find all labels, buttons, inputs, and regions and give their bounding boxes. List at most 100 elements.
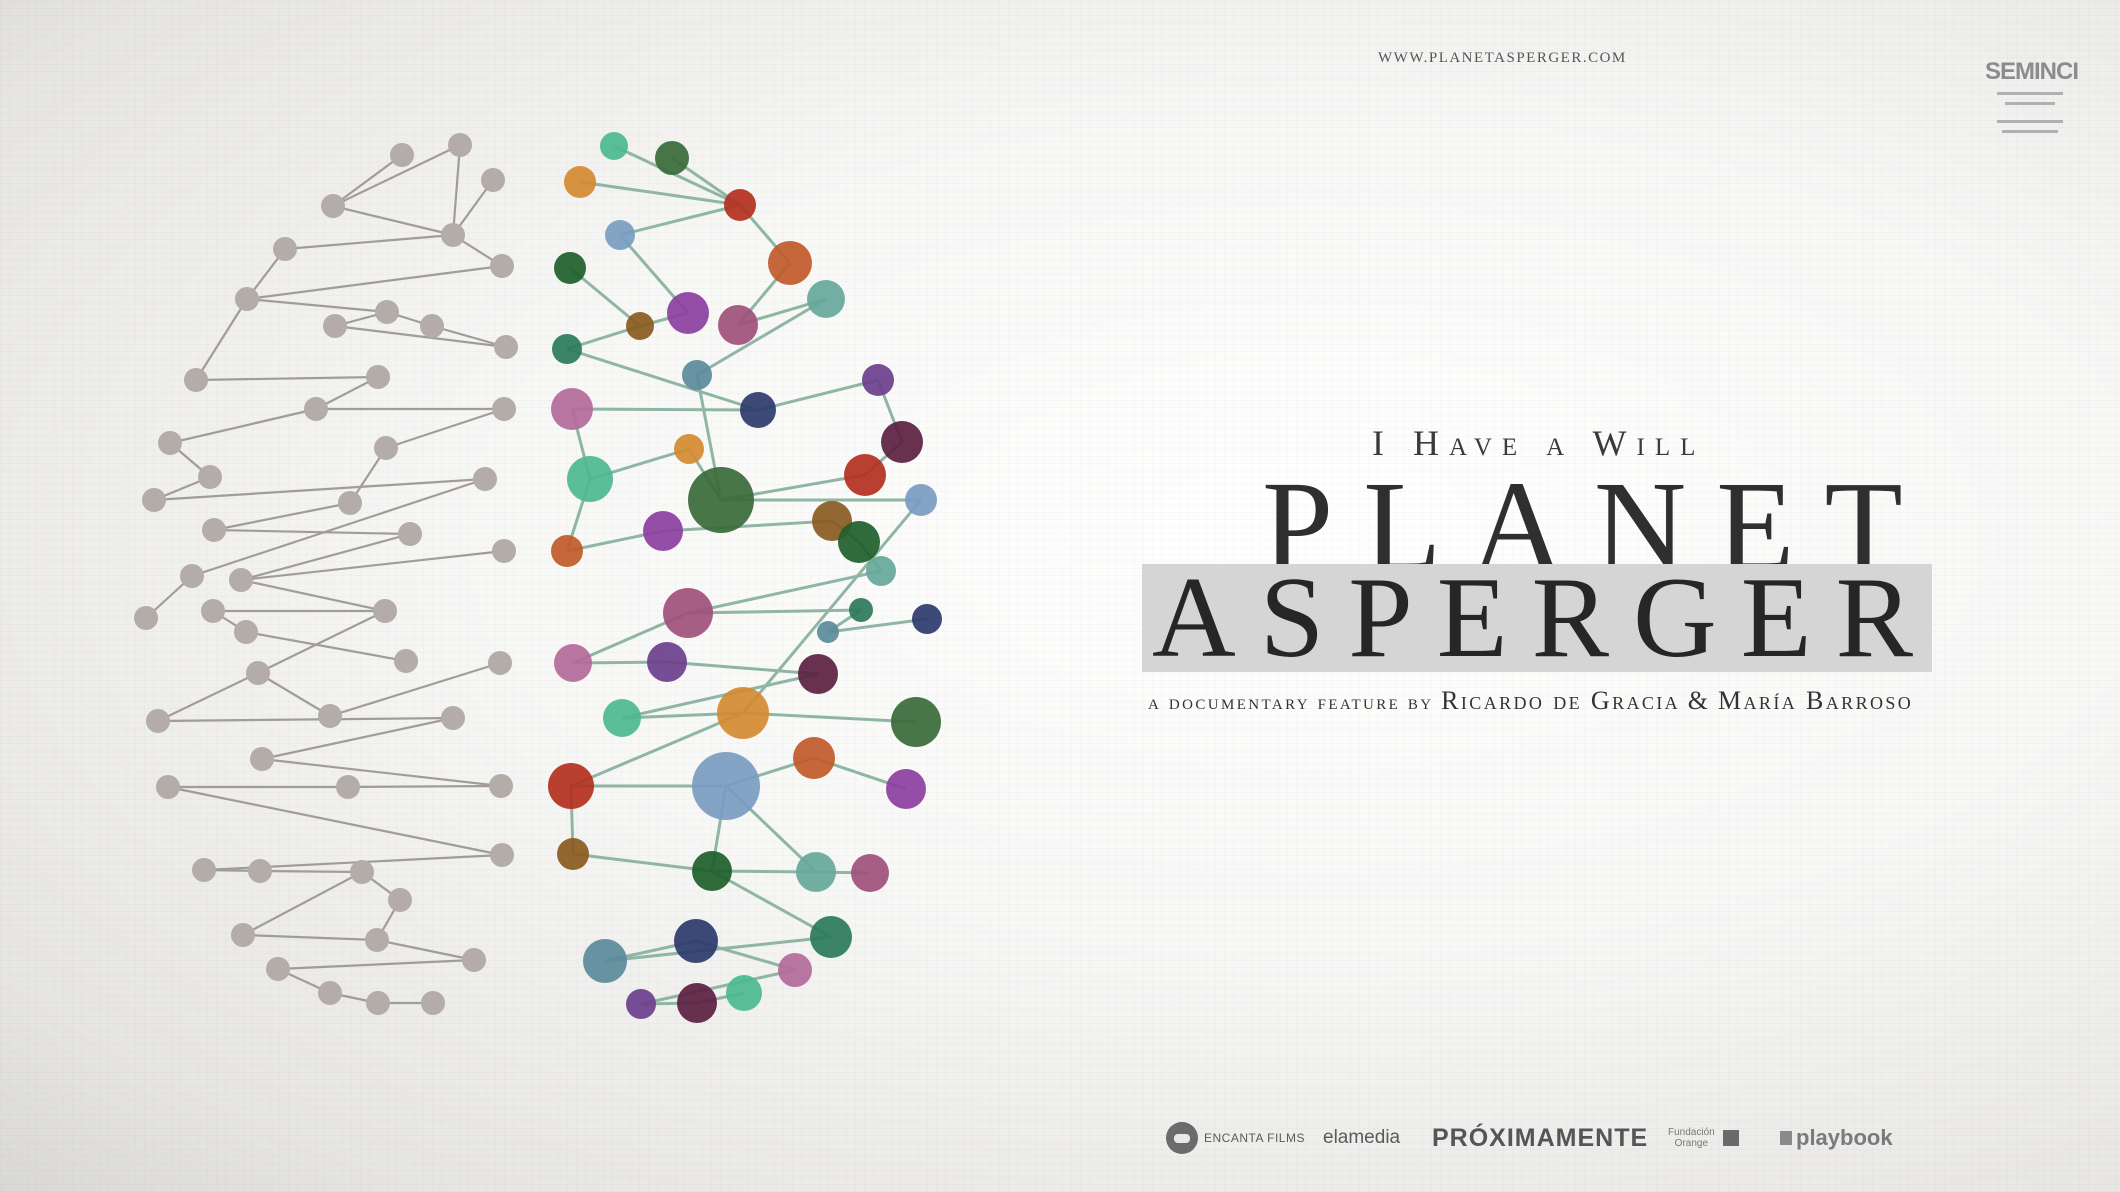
neuron-node-colored xyxy=(912,604,942,634)
director-2: María Barroso xyxy=(1718,686,1914,715)
left-connector xyxy=(332,154,403,207)
brain-network-icon xyxy=(134,132,942,1023)
neuron-node-colored xyxy=(674,434,704,464)
left-connector xyxy=(242,933,378,942)
neuron-node-colored xyxy=(688,467,754,533)
neuron-node-grey xyxy=(202,518,226,542)
neuron-node-grey xyxy=(488,651,512,675)
neuron-node-grey xyxy=(374,436,398,460)
director-1: Ricardo de Gracia xyxy=(1441,686,1681,715)
left-connector xyxy=(240,532,411,582)
neuron-node-grey xyxy=(229,568,253,592)
left-connector xyxy=(284,233,454,251)
neuron-node-grey xyxy=(490,254,514,278)
playbook-logo: playbook xyxy=(1780,1116,1893,1160)
neuron-node-grey xyxy=(441,223,465,247)
neuron-node-grey xyxy=(373,599,397,623)
left-connector xyxy=(169,407,317,445)
neuron-node-colored xyxy=(554,252,586,284)
right-connector xyxy=(687,608,862,615)
neuron-node-grey xyxy=(494,335,518,359)
left-connector xyxy=(246,264,503,301)
credits-prefix: a documentary feature by xyxy=(1148,690,1434,714)
neuron-node-grey xyxy=(366,365,390,389)
neuron-node-colored xyxy=(862,364,894,396)
left-connector xyxy=(261,757,502,788)
neuron-node-colored xyxy=(655,141,689,175)
neuron-node-grey xyxy=(481,168,505,192)
neuron-node-grey xyxy=(304,397,328,421)
left-connector xyxy=(277,958,475,971)
neuron-node-colored xyxy=(552,334,582,364)
neuron-node-grey xyxy=(489,774,513,798)
orange-line2: Orange xyxy=(1674,1138,1709,1149)
website-url[interactable]: WWW.PLANETASPERGER.COM xyxy=(1378,50,1627,67)
neuron-node-colored xyxy=(807,280,845,318)
left-connector xyxy=(257,672,331,717)
neuron-node-grey xyxy=(318,704,342,728)
neuron-node-colored xyxy=(881,421,923,463)
neuron-node-grey xyxy=(390,143,414,167)
neuron-node-colored xyxy=(793,737,835,779)
neuron-node-grey xyxy=(246,661,270,685)
laurel-line xyxy=(1997,120,2063,123)
left-connector xyxy=(347,784,502,789)
neuron-node-colored xyxy=(567,456,613,502)
coming-soon-text: PRÓXIMAMENTE xyxy=(1432,1123,1649,1152)
left-connector xyxy=(195,375,379,382)
neuron-node-grey xyxy=(231,923,255,947)
neuron-node-colored xyxy=(603,699,641,737)
neuron-node-colored xyxy=(692,752,760,820)
neuron-node-grey xyxy=(323,314,347,338)
neuron-node-grey xyxy=(180,564,204,588)
left-connector xyxy=(213,501,351,532)
neuron-node-grey xyxy=(266,957,290,981)
neuron-node-colored xyxy=(600,132,628,160)
neuron-node-colored xyxy=(605,220,635,250)
laurel-line xyxy=(2002,130,2058,133)
fundacion-orange-logo: Fundación Orange xyxy=(1668,1116,1739,1160)
neuron-node-grey xyxy=(492,539,516,563)
neuron-node-colored xyxy=(844,454,886,496)
neuron-node-grey xyxy=(366,991,390,1015)
left-connector xyxy=(157,672,259,722)
neuron-node-colored xyxy=(564,166,596,198)
right-connector xyxy=(566,347,759,412)
left-connector xyxy=(213,528,411,536)
neuron-node-colored xyxy=(718,305,758,345)
neuron-node-colored xyxy=(663,588,713,638)
festival-name: SEMINCI xyxy=(1985,58,2079,85)
neuron-node-grey xyxy=(134,606,158,630)
festival-laurel-logo: SEMINCI xyxy=(1985,58,2079,142)
neuron-node-grey xyxy=(462,948,486,972)
neuron-node-grey xyxy=(420,314,444,338)
neuron-node-grey xyxy=(321,194,345,218)
neuron-node-colored xyxy=(866,556,896,586)
neuron-node-colored xyxy=(886,769,926,809)
laurel-line xyxy=(1997,92,2063,95)
left-connector xyxy=(257,610,386,674)
right-connector xyxy=(619,203,741,237)
neuron-node-colored xyxy=(551,535,583,567)
neuron-node-colored xyxy=(647,642,687,682)
neuron-node-colored xyxy=(740,392,776,428)
neuron-node-colored xyxy=(838,521,880,563)
neuron-node-grey xyxy=(375,300,399,324)
neuron-node-colored xyxy=(798,654,838,694)
neuron-node-colored xyxy=(626,312,654,340)
playbook-text: playbook xyxy=(1796,1125,1893,1150)
right-connector xyxy=(757,378,879,412)
left-connector xyxy=(167,785,503,857)
neuron-node-grey xyxy=(492,397,516,421)
playbook-mark-icon xyxy=(1780,1131,1792,1145)
left-connector xyxy=(245,630,407,663)
neuron-node-grey xyxy=(198,465,222,489)
elamedia-logo: elamedia xyxy=(1323,1127,1401,1148)
orange-line1: Fundación xyxy=(1668,1127,1715,1138)
neuron-node-grey xyxy=(318,981,342,1005)
neuron-node-colored xyxy=(849,598,873,622)
neuron-node-grey xyxy=(490,843,514,867)
neuron-node-colored xyxy=(667,292,709,334)
neuron-node-colored xyxy=(817,621,839,643)
orange-square-icon xyxy=(1722,1130,1739,1146)
